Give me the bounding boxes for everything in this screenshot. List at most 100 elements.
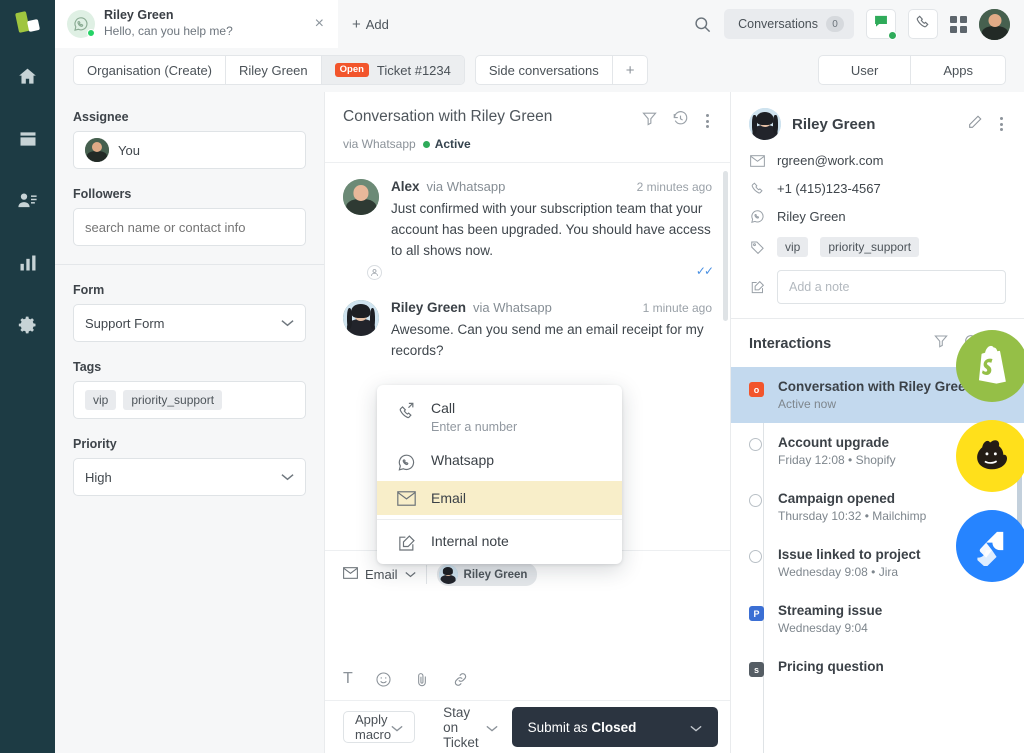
shopify-logo[interactable]	[956, 330, 1024, 402]
thread-scrollbar[interactable]	[723, 171, 728, 321]
submit-state: Closed	[591, 719, 637, 735]
contact-email[interactable]: rgreen@work.com	[777, 153, 883, 168]
ticket-properties-sidebar: Assignee You Followers Form Support Form	[55, 92, 325, 753]
sidebar-divider	[55, 264, 324, 265]
timeline-subtitle: Friday 12:08 • Shopify	[778, 453, 896, 467]
composer-textarea[interactable]	[343, 586, 712, 670]
chevron-down-icon[interactable]	[690, 720, 702, 735]
submit-button[interactable]: Submit as Closed	[511, 707, 718, 747]
message-author: Riley Green	[391, 299, 467, 315]
timeline-item[interactable]: P Streaming issue Wednesday 9:04	[731, 591, 1024, 647]
rail-item-contacts[interactable]	[0, 182, 55, 224]
menu-item-whatsapp-label: Whatsapp	[431, 452, 495, 468]
contact-actions	[967, 114, 1006, 135]
timeline-dot	[749, 550, 762, 563]
tags-field[interactable]: vip priority_support	[73, 381, 306, 419]
conversations-label: Conversations	[738, 17, 818, 31]
tag-chip[interactable]: priority_support	[123, 390, 223, 410]
chevron-down-icon	[486, 720, 498, 735]
side-conversations-label: Side conversations	[488, 62, 599, 78]
phone-icon	[915, 14, 931, 35]
envelope-icon	[343, 566, 358, 584]
tab-user[interactable]: User	[819, 56, 912, 84]
chevron-down-icon	[404, 569, 416, 581]
menu-item-email[interactable]: Email	[377, 481, 622, 515]
tab-side-conversations[interactable]: Side conversations	[476, 56, 613, 84]
chevron-down-icon	[391, 720, 403, 735]
interactions-title: Interactions	[749, 335, 832, 352]
tab-contact[interactable]: Riley Green	[226, 56, 322, 84]
tag-chip[interactable]: vip	[85, 390, 117, 410]
chat-button[interactable]	[866, 9, 897, 40]
menu-item-call-sub: Enter a number	[431, 420, 518, 434]
composer-divider	[425, 565, 427, 584]
emoji-icon[interactable]	[375, 671, 392, 688]
composer-toolbar: T	[343, 670, 712, 690]
plus-icon: +	[625, 61, 635, 79]
close-icon[interactable]: ×	[311, 15, 328, 32]
contact-phone[interactable]: +1 (415)123-4567	[777, 181, 881, 196]
conversation-channel: via Whatsapp	[343, 137, 416, 151]
search-icon[interactable]	[693, 15, 712, 34]
more-vertical-icon[interactable]	[997, 115, 1006, 133]
add-note-input[interactable]: Add a note	[777, 270, 1006, 304]
filter-icon[interactable]	[641, 110, 658, 132]
menu-item-whatsapp[interactable]: Whatsapp	[377, 443, 622, 481]
tab-ticket[interactable]: Open Ticket #1234	[321, 56, 464, 84]
contact-email-row: rgreen@work.com	[749, 153, 1006, 168]
text-format-icon[interactable]: T	[343, 670, 353, 688]
conversation-subheader: via Whatsapp Active	[343, 137, 712, 151]
conversations-filter-select[interactable]: Conversations 0	[724, 9, 854, 39]
rail-item-reports[interactable]	[0, 244, 55, 286]
rail-item-inbox[interactable]	[0, 120, 55, 162]
apps-grid-icon[interactable]	[950, 15, 967, 33]
timeline-subtitle: Active now	[778, 397, 837, 411]
call-button[interactable]	[908, 9, 938, 39]
followers-input[interactable]	[85, 219, 294, 235]
rail-item-settings[interactable]	[0, 306, 55, 348]
timeline-subtitle: Wednesday 9:04	[778, 621, 868, 635]
note-edit-icon	[749, 280, 765, 295]
contact-tag-chip[interactable]: priority_support	[820, 237, 920, 257]
composer-channel-select[interactable]: Email	[343, 566, 416, 584]
stay-on-ticket-label: Stay on Ticket	[443, 704, 479, 750]
contact-details: Riley Green rgreen@work.com +1 (415)123-…	[731, 92, 1024, 318]
active-conversation-pill[interactable]: Riley Green Hello, can you help me? ×	[55, 0, 338, 48]
tab-apps[interactable]: Apps	[911, 56, 1005, 84]
add-conversation-button[interactable]: + Add	[338, 0, 403, 48]
menu-item-call-label: Call	[431, 400, 456, 416]
timeline-item[interactable]: s Pricing question	[731, 647, 1024, 689]
envelope-icon	[749, 154, 765, 167]
menu-item-internal-note[interactable]: Internal note	[377, 524, 622, 562]
attachment-icon[interactable]	[414, 671, 430, 688]
app-logo[interactable]	[0, 0, 55, 48]
apply-macro-select[interactable]: Apply macro	[343, 711, 416, 743]
conversation-status: Active	[423, 137, 471, 151]
followers-field[interactable]	[73, 208, 306, 246]
user-avatar[interactable]	[979, 8, 1010, 40]
contact-tag-chip[interactable]: vip	[777, 237, 809, 257]
priority-select[interactable]: High	[73, 458, 306, 496]
message-text: Just confirmed with your subscription te…	[391, 201, 711, 258]
more-vertical-icon[interactable]	[703, 112, 712, 130]
rail-item-home[interactable]	[0, 58, 55, 100]
apply-macro-label: Apply macro	[355, 712, 392, 742]
stay-on-ticket-select[interactable]: Stay on Ticket	[443, 705, 498, 750]
form-select[interactable]: Support Form	[73, 304, 306, 342]
mailchimp-logo[interactable]	[956, 420, 1024, 492]
assignee-label: Assignee	[73, 110, 129, 124]
jira-logo[interactable]	[956, 510, 1024, 582]
tab-organisation[interactable]: Organisation (Create)	[74, 56, 226, 84]
link-icon[interactable]	[452, 671, 469, 688]
tag-icon	[749, 240, 765, 255]
assignee-avatar	[85, 138, 109, 162]
contact-whatsapp[interactable]: Riley Green	[777, 209, 846, 224]
menu-item-call[interactable]: Call Enter a number	[377, 391, 622, 443]
assignee-field[interactable]: You	[73, 131, 306, 169]
recipient-chip[interactable]: Riley Green	[436, 563, 538, 586]
filter-icon[interactable]	[933, 333, 949, 354]
add-side-conversation-button[interactable]: +	[613, 56, 648, 84]
pencil-icon[interactable]	[967, 114, 983, 135]
history-icon[interactable]	[672, 110, 689, 132]
conversation-title: Conversation with Riley Green	[343, 108, 553, 125]
